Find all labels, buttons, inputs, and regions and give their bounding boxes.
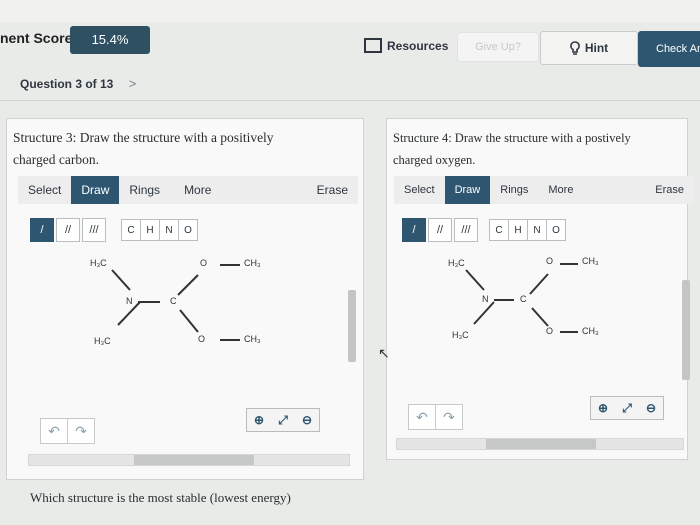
- element-c[interactable]: C: [121, 219, 141, 241]
- undo-icon[interactable]: ↶: [40, 418, 68, 444]
- atom-n: N: [126, 296, 133, 306]
- structure4-hscroll-thumb[interactable]: [486, 439, 596, 449]
- atom-ch3-top: CH₃: [582, 256, 599, 266]
- triple-bond-tool[interactable]: ///: [82, 218, 106, 242]
- tab-rings[interactable]: Rings: [490, 176, 538, 204]
- tab-more[interactable]: More: [538, 176, 583, 204]
- atom-h3c-bot: H₃C: [452, 330, 469, 340]
- structure3-tabbar: Select Draw Rings More Erase: [18, 176, 358, 204]
- element-o[interactable]: O: [546, 219, 566, 241]
- atom-o-top: O: [200, 258, 208, 268]
- zoom-fit-icon[interactable]: ⤢: [615, 397, 639, 419]
- structure4-undo-redo: ↶ ↷: [408, 404, 463, 430]
- undo-icon[interactable]: ↶: [408, 404, 436, 430]
- atom-c: C: [170, 296, 177, 306]
- structure3-prompt: Structure 3: Draw the structure with a p…: [13, 127, 274, 171]
- divider: [0, 100, 700, 101]
- lightbulb-icon: [569, 41, 580, 55]
- structure4-prompt-line2: charged oxygen.: [393, 153, 476, 167]
- atom-ch3-bot: CH₃: [582, 326, 599, 336]
- atom-h3c-top: H₃C: [448, 258, 465, 268]
- redo-icon[interactable]: ↷: [67, 418, 95, 444]
- element-o[interactable]: O: [178, 219, 198, 241]
- resources-label: Resources: [387, 38, 449, 53]
- atom-h3c-top: H₃C: [90, 258, 107, 268]
- zoom-fit-icon[interactable]: ⤢: [271, 409, 295, 431]
- redo-icon[interactable]: ↷: [435, 404, 463, 430]
- structure3-undo-redo: ↶ ↷: [40, 418, 95, 444]
- tab-draw[interactable]: Draw: [444, 176, 491, 204]
- tab-draw[interactable]: Draw: [71, 176, 120, 204]
- question-counter: Question 3 of 13: [20, 77, 114, 91]
- give-up-button[interactable]: Give Up?: [457, 32, 539, 62]
- atom-ch3-bot: CH₃: [244, 334, 261, 344]
- structure3-prompt-line2: charged carbon.: [13, 152, 99, 167]
- atom-o-bot: O: [198, 334, 206, 344]
- resources-button[interactable]: Resources: [364, 38, 448, 53]
- zoom-in-icon[interactable]: ⊕: [247, 409, 271, 431]
- tab-select[interactable]: Select: [18, 176, 71, 204]
- element-c[interactable]: C: [489, 219, 509, 241]
- structure4-vscroll[interactable]: [682, 280, 690, 380]
- structure3-zoom: ⊕ ⤢ ⊖: [246, 408, 320, 432]
- atom-o-top: O: [546, 256, 554, 266]
- tab-rings[interactable]: Rings: [119, 176, 170, 204]
- tab-more[interactable]: More: [170, 176, 221, 204]
- score-badge: 15.4%: [70, 26, 150, 54]
- top-strip: [0, 0, 700, 22]
- structure4-tabbar: Select Draw Rings More Erase: [394, 176, 694, 204]
- structure4-toolrow: / // /// C H N O: [402, 218, 566, 242]
- score-label: nent Score:: [0, 30, 78, 46]
- structure3-toolrow: / // /// C H N O: [30, 218, 198, 242]
- double-bond-tool[interactable]: //: [428, 218, 452, 242]
- atom-o-bot: O: [546, 326, 554, 336]
- double-bond-tool[interactable]: //: [56, 218, 80, 242]
- zoom-in-icon[interactable]: ⊕: [591, 397, 615, 419]
- question-nav: Question 3 of 13 >: [20, 76, 136, 91]
- atom-n: N: [482, 294, 489, 304]
- single-bond-tool[interactable]: /: [30, 218, 54, 242]
- bottom-question: Which structure is the most stable (lowe…: [30, 490, 291, 505]
- single-bond-tool[interactable]: /: [402, 218, 426, 242]
- check-answer-button[interactable]: Check An: [638, 31, 700, 67]
- element-n[interactable]: N: [527, 219, 547, 241]
- tab-select[interactable]: Select: [394, 176, 445, 204]
- mouse-cursor-icon: ↖: [378, 345, 390, 361]
- structure4-prompt-line1: Structure 4: Draw the structure with a p…: [393, 131, 631, 145]
- element-n[interactable]: N: [159, 219, 179, 241]
- triple-bond-tool[interactable]: ///: [454, 218, 478, 242]
- erase-button[interactable]: Erase: [317, 183, 358, 197]
- structure4-zoom: ⊕ ⤢ ⊖: [590, 396, 664, 420]
- element-h[interactable]: H: [140, 219, 160, 241]
- atom-ch3-top: CH₃: [244, 258, 261, 268]
- erase-button[interactable]: Erase: [655, 184, 694, 196]
- atom-h3c-bot: H₃C: [94, 336, 111, 346]
- hint-button[interactable]: Hint: [540, 31, 638, 65]
- resources-icon: [364, 38, 382, 53]
- zoom-out-icon[interactable]: ⊖: [639, 397, 663, 419]
- structure3-prompt-line1: Structure 3: Draw the structure with a p…: [13, 130, 274, 145]
- structure3-vscroll[interactable]: [348, 290, 356, 362]
- chevron-right-icon[interactable]: >: [129, 76, 137, 91]
- atom-c: C: [520, 294, 527, 304]
- element-h[interactable]: H: [508, 219, 528, 241]
- hint-label: Hint: [584, 41, 609, 55]
- structure4-prompt: Structure 4: Draw the structure with a p…: [393, 127, 631, 171]
- structure3-hscroll-thumb[interactable]: [134, 455, 254, 465]
- zoom-out-icon[interactable]: ⊖: [295, 409, 319, 431]
